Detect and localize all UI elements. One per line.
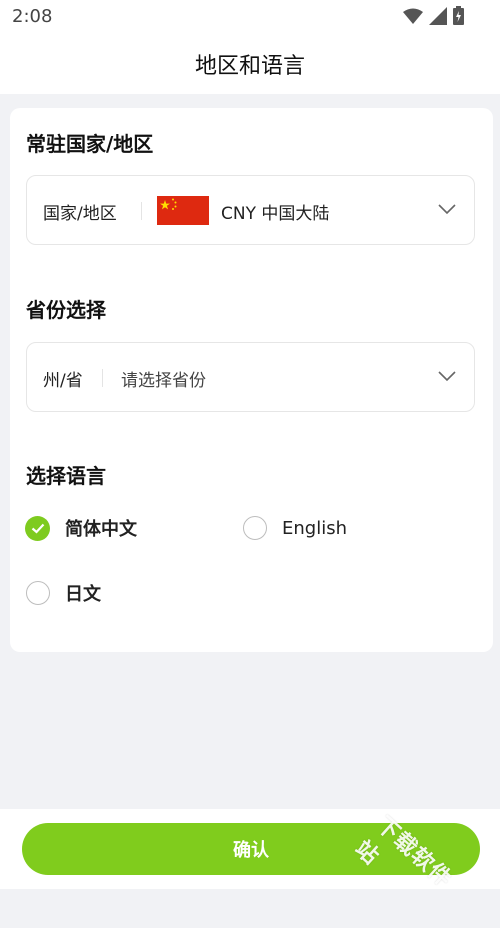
radio-checked-icon[interactable] [25,515,50,541]
language-label: 简体中文 [65,519,137,540]
wifi-icon [403,8,423,24]
province-placeholder: 请选择省份 [121,371,206,391]
language-section-title: 选择语言 [26,464,106,488]
chevron-down-icon [438,204,456,215]
province-field-label: 州/省 [43,371,83,391]
signal-icon [429,6,447,25]
radio-unchecked-icon[interactable] [243,516,267,540]
country-section-title: 常驻国家/地区 [26,132,154,156]
province-select[interactable]: 州/省 请选择省份 [26,342,475,412]
country-select[interactable]: 国家/地区 CNY 中国大陆 [26,175,475,245]
settings-card: 常驻国家/地区 国家/地区 CNY 中国大陆 省份选择 州/省 请选择省份 选择… [10,108,493,652]
province-section-title: 省份选择 [26,298,106,322]
language-label: 日文 [65,584,101,605]
language-option-japanese[interactable]: 日文 [26,580,101,606]
radio-unchecked-icon[interactable] [26,581,50,605]
page-title: 地区和语言 [194,54,305,79]
language-option-simplified-chinese[interactable]: 简体中文 [25,515,137,541]
country-field-label: 国家/地区 [43,204,117,224]
status-time: 2:08 [12,6,53,27]
language-label: English [282,517,347,539]
china-flag-icon [157,196,209,225]
status-bar: 2:08 [0,0,500,32]
chevron-down-icon [438,371,456,382]
language-option-english[interactable]: English [243,516,347,540]
field-divider [141,202,142,220]
field-divider [102,369,103,387]
status-icons [403,6,464,25]
battery-icon [453,6,464,25]
app-bar: 地区和语言 [0,32,500,94]
country-value: CNY 中国大陆 [221,204,330,224]
